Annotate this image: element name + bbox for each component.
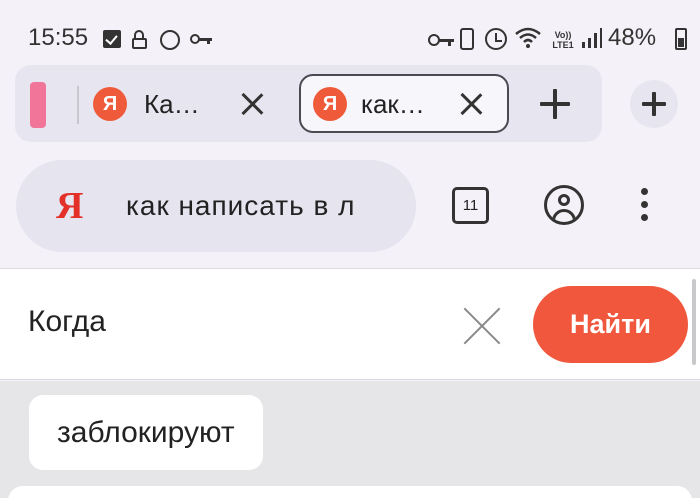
- address-query: как написать в л: [126, 190, 356, 221]
- tab-2-active[interactable]: Я как…: [299, 74, 509, 133]
- suggestions-area: заблокируют: [0, 381, 700, 498]
- tab-title: Ка…: [144, 89, 200, 119]
- tab-title: как…: [361, 89, 425, 119]
- status-time: 15:55: [28, 24, 89, 51]
- address-bar[interactable]: Я как написать в л: [16, 160, 416, 252]
- scrollbar[interactable]: [692, 279, 696, 365]
- search-panel: Найти: [0, 268, 700, 380]
- alarm-icon: [485, 28, 507, 50]
- search-input[interactable]: [28, 305, 428, 339]
- close-icon[interactable]: [238, 90, 266, 118]
- find-button[interactable]: Найти: [533, 286, 688, 363]
- tab-1[interactable]: Я Ка…: [80, 74, 280, 133]
- yandex-favicon-icon: Я: [93, 87, 127, 121]
- suggestion-chip[interactable]: заблокируют: [29, 395, 263, 470]
- account-icon[interactable]: [544, 185, 584, 225]
- new-tab-button[interactable]: [630, 80, 678, 128]
- tabs-counter-button[interactable]: 11: [452, 187, 489, 224]
- result-card[interactable]: [8, 486, 692, 498]
- tab-divider: [77, 86, 79, 124]
- battery-level: 48%: [608, 24, 657, 51]
- key-icon: [190, 33, 216, 45]
- more-menu-icon[interactable]: [640, 188, 650, 222]
- whatsapp-icon: [160, 30, 180, 50]
- yandex-logo-icon: Я: [56, 185, 84, 227]
- close-icon[interactable]: [457, 90, 485, 118]
- vpn-key-icon: [428, 33, 456, 47]
- clear-icon[interactable]: [463, 307, 501, 345]
- signal-icon: [582, 28, 602, 48]
- network-type: Vo)) LTE1: [552, 30, 574, 50]
- tab-group-marker[interactable]: [30, 82, 46, 128]
- check-icon: [103, 30, 121, 48]
- new-tab-in-group-button[interactable]: [540, 89, 570, 119]
- battery-saver-icon: [460, 28, 474, 50]
- plus-icon: [642, 92, 666, 116]
- wifi-icon: [515, 27, 541, 48]
- battery-icon: [675, 28, 687, 50]
- lock-icon: [131, 30, 149, 49]
- status-bar: 15:55 Vo)) LTE1 48%: [0, 0, 700, 62]
- yandex-favicon-icon: Я: [313, 87, 347, 121]
